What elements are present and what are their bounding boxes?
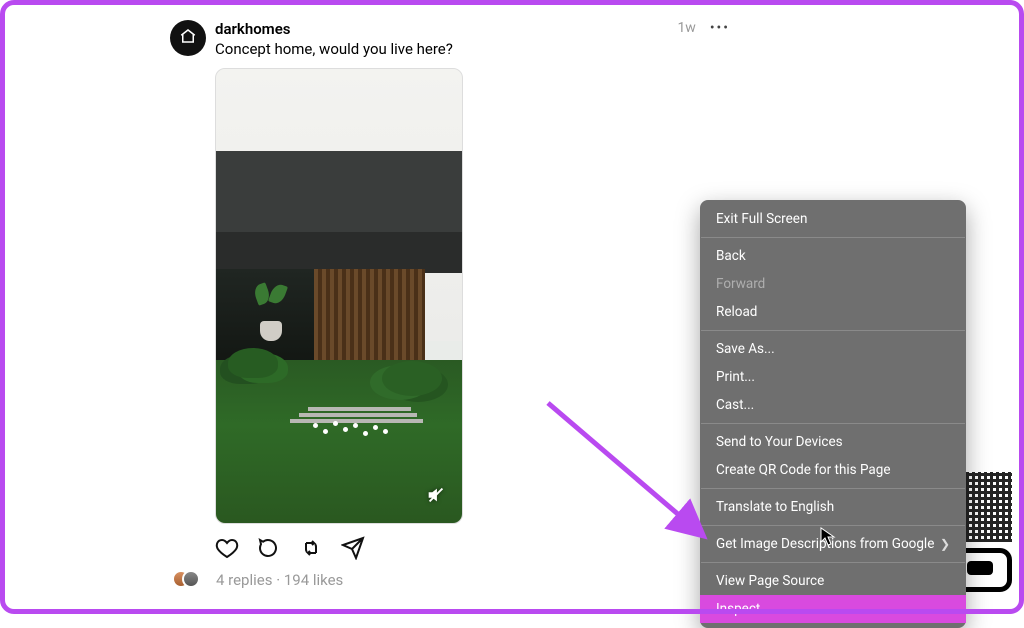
context-menu-label: Get Image Descriptions from Google [716, 534, 934, 554]
media-bg-roof [216, 151, 462, 242]
post-actions [215, 536, 730, 560]
repost-icon [299, 545, 323, 564]
chevron-right-icon: ❯ [940, 534, 950, 554]
context-menu-label: Translate to English [716, 497, 834, 517]
comment-button[interactable] [257, 536, 281, 560]
post-caption: Concept home, would you live here? [215, 40, 677, 58]
share-button[interactable] [341, 536, 365, 560]
post-timestamp: 1w [677, 20, 695, 36]
context-menu-label: Exit Full Screen [716, 209, 807, 229]
context-menu-label: Cast... [716, 395, 754, 415]
post-meta[interactable]: 4 replies · 194 likes [216, 571, 343, 589]
context-menu-separator [701, 488, 965, 489]
context-menu-item[interactable]: Exit Full Screen [700, 205, 966, 233]
context-menu-separator [701, 562, 965, 563]
media-bg-overhang [215, 232, 463, 273]
media-bg-plant [255, 284, 285, 314]
header-right: 1w ••• [677, 20, 730, 36]
more-icon[interactable]: ••• [710, 20, 730, 36]
context-menu-item[interactable]: View Page Source [700, 567, 966, 595]
media-bg-flowers [309, 417, 399, 441]
meta-separator: · [272, 571, 283, 589]
facepile[interactable] [172, 570, 206, 590]
context-menu-separator [701, 237, 965, 238]
heart-icon [215, 545, 239, 564]
context-menu-item[interactable]: Save As... [700, 335, 966, 363]
context-menu-label: Forward [716, 274, 765, 294]
context-menu-item[interactable]: Cast... [700, 391, 966, 419]
context-menu-separator [701, 330, 965, 331]
media-bg-bush [228, 348, 278, 378]
post-header: darkhomes Concept home, would you live h… [170, 20, 730, 58]
replies-count: 4 replies [216, 571, 272, 589]
context-menu-label: Send to Your Devices [716, 432, 843, 452]
comment-icon [257, 545, 281, 564]
context-menu-label: Inspect [716, 599, 760, 619]
context-menu-separator [701, 423, 965, 424]
context-menu-label: View Page Source [716, 571, 824, 591]
post-footer: 4 replies · 194 likes [170, 570, 730, 590]
context-menu-label: Create QR Code for this Page [716, 460, 891, 480]
house-icon [179, 27, 197, 49]
context-menu-label: Print... [716, 367, 755, 387]
header-main: darkhomes Concept home, would you live h… [215, 20, 677, 58]
context-menu-item[interactable]: Translate to English [700, 493, 966, 521]
context-menu-item[interactable]: Back [700, 242, 966, 270]
context-menu[interactable]: Exit Full Screen Back Forward Reload Save As… [700, 200, 966, 628]
context-menu-label: Save As... [716, 339, 775, 359]
context-menu-item[interactable]: Send to Your Devices [700, 428, 966, 456]
username[interactable]: darkhomes [215, 20, 677, 38]
context-menu-item[interactable]: Print... [700, 363, 966, 391]
context-menu-label: Reload [716, 302, 757, 322]
context-menu-label: Back [716, 246, 746, 266]
avatar-column [170, 20, 215, 56]
post-media[interactable] [215, 68, 463, 524]
facepile-avatar [182, 570, 200, 588]
context-menu-item[interactable]: Create QR Code for this Page [700, 456, 966, 484]
media-bg-bush [382, 361, 442, 396]
speaker-muted-icon [425, 484, 447, 510]
context-menu-item: Forward [700, 270, 966, 298]
mute-button[interactable] [422, 483, 450, 511]
like-button[interactable] [215, 536, 239, 560]
repost-button[interactable] [299, 536, 323, 560]
context-menu-item[interactable]: Reload [700, 298, 966, 326]
avatar[interactable] [170, 20, 206, 56]
send-icon [341, 545, 365, 564]
context-menu-item[interactable]: Inspect [700, 595, 966, 623]
likes-count: 194 likes [284, 571, 343, 589]
context-menu-separator [701, 525, 965, 526]
social-post: darkhomes Concept home, would you live h… [170, 20, 730, 590]
media-bg-wood [314, 269, 425, 369]
context-menu-item[interactable]: Get Image Descriptions from Google ❯ [700, 530, 966, 558]
